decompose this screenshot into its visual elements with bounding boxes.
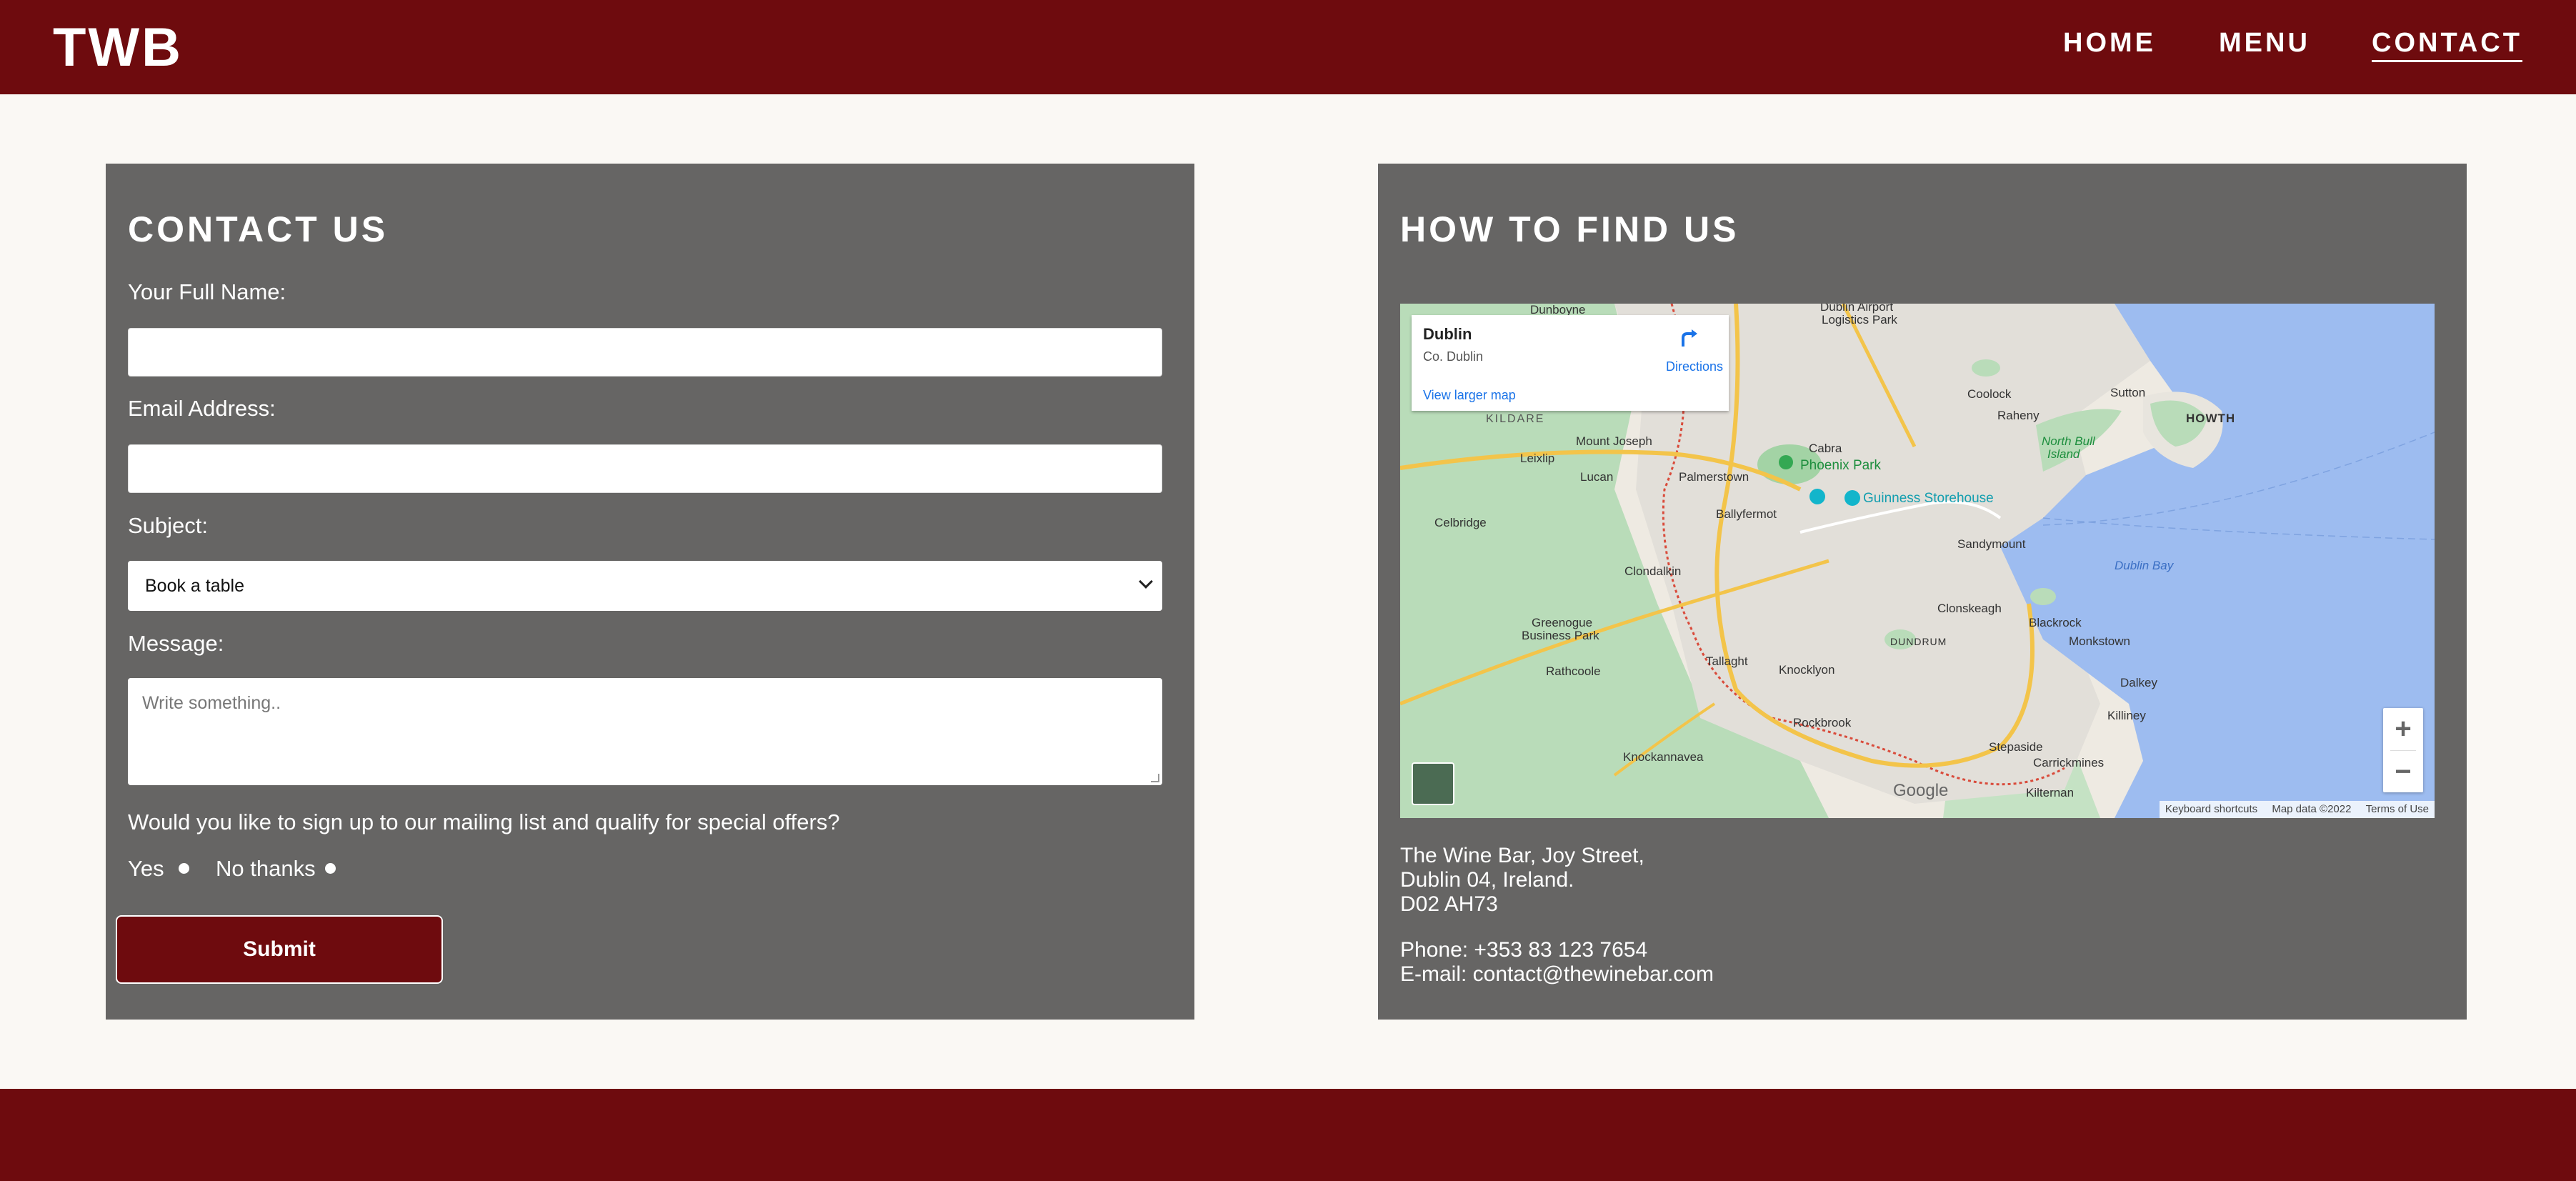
- contact-panel: CONTACT US Your Full Name: Email Address…: [106, 164, 1194, 1020]
- radio-yes-label: Yes: [128, 856, 164, 881]
- map-data-text: Map data ©2022: [2272, 803, 2352, 815]
- map-embed[interactable]: Dunboyne Dublin Airport Logistics Park K…: [1400, 304, 2435, 818]
- map-label-kildare: KILDARE: [1486, 413, 1544, 425]
- address-line-1: The Wine Bar, Joy Street,: [1400, 844, 1644, 867]
- map-zoom-control: + −: [2383, 708, 2423, 792]
- subject-select[interactable]: Book a table: [128, 561, 1162, 611]
- zoom-out-button[interactable]: −: [2383, 751, 2423, 792]
- map-label-knocklyon: Knocklyon: [1779, 663, 1834, 677]
- radio-yes[interactable]: [179, 863, 189, 874]
- map-label-knockannavea: Knockannavea: [1623, 750, 1704, 764]
- map-label-blackrock: Blackrock: [2029, 616, 2082, 629]
- map-label-north-bull: North Bull: [2042, 434, 2096, 448]
- map-info-card: Dublin Co. Dublin View larger map Direct…: [1412, 315, 1729, 411]
- address-line-3: D02 AH73: [1400, 892, 1498, 916]
- map-label-coolock: Coolock: [1967, 387, 2012, 401]
- map-label-stepaside: Stepaside: [1989, 740, 2043, 754]
- map-label-island: Island: [2047, 447, 2080, 461]
- map-label-palmerstown: Palmerstown: [1679, 470, 1749, 484]
- directions-icon[interactable]: [1679, 327, 1702, 349]
- message-textarea[interactable]: Write something..: [128, 678, 1162, 785]
- address-line-2: Dublin 04, Ireland.: [1400, 868, 1574, 892]
- map-label-monkstown: Monkstown: [2069, 634, 2130, 648]
- map-place-region: Co. Dublin: [1423, 349, 1484, 364]
- email-label: Email Address:: [128, 396, 276, 421]
- phone-text: Phone: +353 83 123 7654: [1400, 938, 1648, 962]
- map-label-celbridge: Celbridge: [1434, 516, 1487, 529]
- name-input[interactable]: [128, 328, 1162, 377]
- directions-link[interactable]: Directions: [1666, 359, 1723, 374]
- map-label-leixlip: Leixlip: [1520, 452, 1554, 465]
- zoom-in-button[interactable]: +: [2383, 708, 2423, 749]
- map-label-clonskeagh: Clonskeagh: [1937, 602, 2002, 615]
- resize-handle-icon[interactable]: [1151, 774, 1159, 782]
- map-label-rathcoole: Rathcoole: [1546, 664, 1601, 678]
- nav-menu[interactable]: MENU: [2219, 27, 2310, 59]
- map-label-dublin-bay: Dublin Bay: [2115, 559, 2175, 572]
- map-label-sandymount: Sandymount: [1957, 537, 2026, 551]
- map-place-name: Dublin: [1423, 325, 1472, 343]
- map-label-business-park: Business Park: [1522, 629, 1599, 642]
- view-larger-map-link[interactable]: View larger map: [1423, 388, 1516, 403]
- find-us-title: HOW TO FIND US: [1400, 209, 1739, 249]
- contact-title: CONTACT US: [128, 209, 389, 249]
- google-logo: Google: [1893, 781, 1949, 800]
- email-text: E-mail: contact@thewinebar.com: [1400, 962, 1714, 986]
- message-label: Message:: [128, 631, 224, 656]
- map-label-phoenix-park: Phoenix Park: [1800, 458, 1882, 473]
- map-label-killiney: Killiney: [2107, 709, 2146, 722]
- map-label-carrickmines: Carrickmines: [2033, 756, 2104, 769]
- nav-home[interactable]: HOME: [2063, 27, 2156, 59]
- map-label-dalkey: Dalkey: [2120, 676, 2157, 689]
- map-label-howth: HOWTH: [2186, 412, 2235, 425]
- map-label-mount-joseph: Mount Joseph: [1576, 434, 1652, 448]
- message-placeholder: Write something..: [142, 693, 281, 713]
- map-label-cabra: Cabra: [1809, 442, 1842, 455]
- site-header: TWB HOME MENU CONTACT: [0, 0, 2576, 94]
- subject-selected-value: Book a table: [145, 576, 244, 596]
- map-attribution: Keyboard shortcuts Map data ©2022 Terms …: [2159, 801, 2435, 818]
- chevron-down-icon: [1139, 574, 1153, 589]
- map-label-tallaght: Tallaght: [1706, 654, 1748, 668]
- site-footer: [0, 1089, 2576, 1181]
- map-label-logistics: Logistics Park: [1822, 313, 1897, 327]
- map-label-ballyfermot: Ballyfermot: [1716, 507, 1777, 521]
- submit-button[interactable]: Submit: [116, 915, 443, 984]
- map-label-rockbrook: Rockbrook: [1793, 716, 1852, 729]
- find-us-panel: HOW TO FIND US Dunboyne Dublin Airport L…: [1378, 164, 2467, 1020]
- nav-contact[interactable]: CONTACT: [2372, 27, 2522, 62]
- map-label-guinness: Guinness Storehouse: [1863, 491, 1994, 506]
- radio-no-label: No thanks: [216, 856, 316, 881]
- radio-no[interactable]: [325, 863, 336, 874]
- map-label-lucan: Lucan: [1580, 470, 1613, 484]
- map-label-clondalkin: Clondalkin: [1624, 564, 1681, 578]
- map-label-sutton: Sutton: [2110, 386, 2145, 399]
- map-label-greenogue: Greenogue: [1532, 616, 1592, 629]
- map-label-dundrum: DUNDRUM: [1890, 636, 1947, 647]
- satellite-toggle[interactable]: [1412, 762, 1454, 805]
- email-input[interactable]: [128, 444, 1162, 493]
- name-label: Your Full Name:: [128, 279, 286, 304]
- map-label-airport: Dublin Airport: [1820, 304, 1893, 314]
- terms-link[interactable]: Terms of Use: [2360, 801, 2435, 818]
- mailing-question: Would you like to sign up to our mailing…: [128, 809, 840, 834]
- map-label-raheny: Raheny: [1997, 409, 2040, 422]
- subject-label: Subject:: [128, 513, 209, 538]
- keyboard-shortcuts-link[interactable]: Keyboard shortcuts: [2160, 801, 2263, 818]
- site-logo[interactable]: TWB: [53, 16, 183, 80]
- map-label-kilternan: Kilternan: [2026, 786, 2074, 799]
